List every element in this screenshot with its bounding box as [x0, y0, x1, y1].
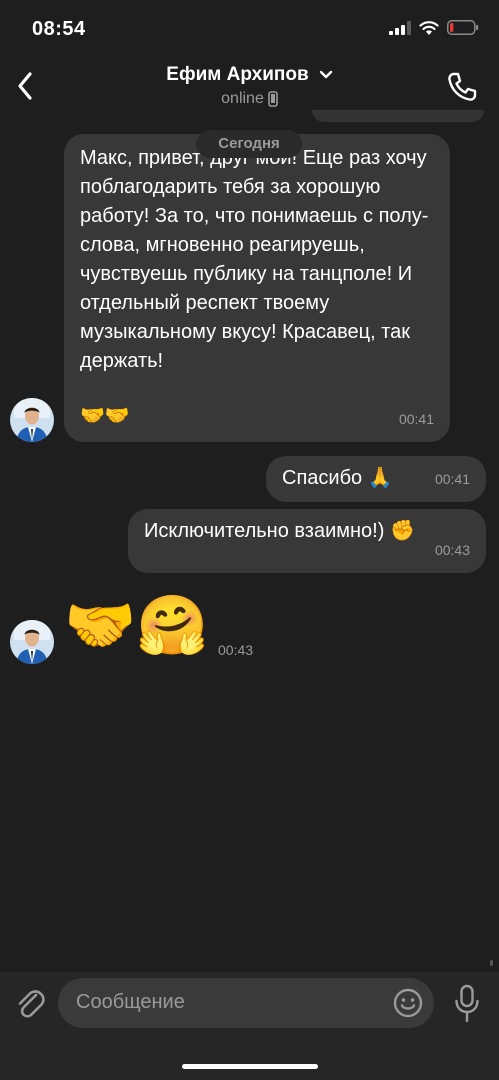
message-emoji: ✊ — [389, 520, 415, 542]
signal-icon — [389, 20, 411, 35]
contact-avatar[interactable] — [10, 398, 54, 442]
message-input-placeholder: Сообщение — [76, 991, 185, 1013]
mobile-device-icon — [268, 91, 278, 107]
message-input[interactable]: Сообщение — [58, 978, 434, 1028]
contact-avatar[interactable] — [10, 620, 54, 664]
chevron-down-icon — [319, 70, 332, 79]
status-time: 08:54 — [32, 18, 86, 40]
contact-status: online — [221, 90, 264, 107]
contact-name: Ефим Архипов — [166, 64, 309, 85]
contact-name-row[interactable]: Ефим Архипов — [166, 64, 332, 86]
message-time: 00:43 — [218, 642, 254, 658]
microphone-icon[interactable] — [453, 984, 481, 1024]
paperclip-icon[interactable] — [14, 986, 46, 1022]
avatar-image — [10, 620, 54, 664]
phone-call-icon[interactable] — [445, 70, 479, 104]
message-text-row: Исключительно взаимно!) ✊ — [144, 517, 415, 546]
message-emoji: 🙏 — [367, 467, 393, 489]
status-icons — [389, 20, 479, 35]
message-bubble-incoming[interactable]: Макс, привет, друг мой! Еще раз хочу поб… — [64, 134, 450, 442]
message-time: 00:43 — [434, 542, 470, 558]
chat-header: Ефим Архипов online — [0, 58, 499, 116]
message-text-row: Спасибо 🙏 — [282, 464, 393, 493]
date-divider: Сегодня — [196, 130, 302, 158]
message-text: Макс, привет, друг мой! Еще раз хочу поб… — [80, 147, 429, 372]
scroll-indicator — [490, 960, 493, 966]
home-indicator — [182, 1064, 318, 1069]
composer-bar: Сообщение — [0, 972, 499, 1080]
message-emoji: 🤝🤝 — [80, 405, 130, 427]
message-time: 00:41 — [434, 471, 470, 487]
message-text: Спасибо — [282, 467, 363, 489]
wifi-icon — [419, 21, 439, 35]
battery-icon — [447, 20, 479, 35]
message-emoji-only[interactable]: 🤝🤗 — [64, 594, 208, 658]
message-text: Исключительно взаимно!) — [144, 520, 385, 542]
emoji-smile-icon[interactable] — [392, 987, 424, 1019]
contact-info[interactable]: Ефим Архипов online — [0, 64, 499, 108]
contact-status-row: online — [221, 90, 278, 108]
status-bar: 08:54 — [0, 0, 499, 58]
message-time: 00:41 — [398, 411, 434, 427]
message-bubble-outgoing[interactable]: Исключительно взаимно!) ✊ 00:43 — [128, 509, 486, 573]
previous-message-bubble-edge — [312, 110, 484, 122]
message-bubble-outgoing[interactable]: Спасибо 🙏 00:41 — [266, 456, 486, 502]
message-emoji: 🤝🤗 — [64, 593, 209, 658]
avatar-image — [10, 398, 54, 442]
